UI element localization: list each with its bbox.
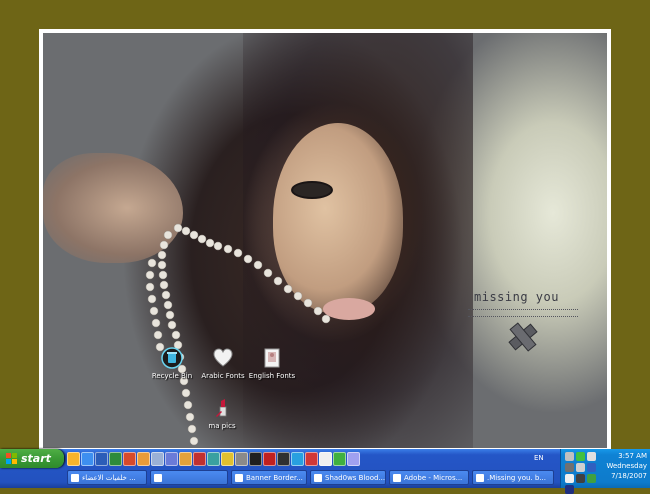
start-label: start bbox=[21, 452, 51, 465]
taskbar-task-arabic-page[interactable]: خلفيات الاعضاء ... bbox=[67, 470, 147, 485]
wallpaper-frame: missing you bbox=[39, 29, 611, 452]
windows-flag-icon bbox=[6, 453, 17, 464]
desktop-icon-ma-pics[interactable]: ma pics bbox=[187, 397, 257, 430]
language-indicator[interactable]: EN bbox=[534, 454, 544, 462]
quick-launch-app-icon[interactable] bbox=[305, 452, 318, 466]
folder-image-icon bbox=[261, 347, 283, 369]
tray-app-icon[interactable] bbox=[565, 463, 574, 472]
tray-app-icon[interactable] bbox=[587, 474, 596, 483]
quick-launch-app-icon[interactable] bbox=[319, 452, 332, 466]
wallpaper-scribble-lines bbox=[468, 309, 578, 317]
clock-time: 3:57 AM bbox=[618, 452, 647, 460]
quick-launch-app-icon[interactable] bbox=[291, 452, 304, 466]
ie-icon bbox=[235, 473, 243, 482]
quick-launch-ie-icon[interactable] bbox=[81, 452, 94, 466]
quick-launch-paint-icon[interactable] bbox=[179, 452, 192, 466]
wallpaper-missing-you-text: missing you bbox=[474, 290, 559, 304]
quick-launch-app-icon[interactable] bbox=[263, 452, 276, 466]
taskbar: start EN خلفيات الاعضاء ... Banner Borde… bbox=[0, 449, 650, 494]
clock-day: Wednesday bbox=[606, 462, 647, 470]
tray-volume-icon[interactable] bbox=[587, 452, 596, 461]
tray-app-icon[interactable] bbox=[576, 463, 585, 472]
taskbar-task-missing-you[interactable]: .Missing you. b... bbox=[472, 470, 554, 485]
quick-launch-powerpoint-icon[interactable] bbox=[123, 452, 136, 466]
quick-launch-excel-icon[interactable] bbox=[109, 452, 122, 466]
taskbar-task-window[interactable] bbox=[150, 470, 228, 485]
ie-icon bbox=[71, 473, 79, 482]
quick-launch-calculator-icon[interactable] bbox=[165, 452, 178, 466]
start-button[interactable]: start bbox=[0, 449, 64, 468]
ie-icon bbox=[314, 473, 322, 482]
tray-app-icon[interactable] bbox=[565, 474, 574, 483]
desktop-icon-label: Recycle Bin bbox=[151, 372, 193, 380]
image-icon bbox=[476, 473, 484, 482]
system-tray: 3:57 AM Wednesday 7/18/2007 bbox=[560, 449, 650, 494]
quick-launch-app-icon[interactable] bbox=[221, 452, 234, 466]
taskbar-task-banner-border[interactable]: Banner Border... bbox=[231, 470, 307, 485]
desktop-wallpaper: missing you bbox=[43, 33, 607, 448]
quick-launch-app-icon[interactable] bbox=[235, 452, 248, 466]
tray-app-icon[interactable] bbox=[587, 463, 596, 472]
quick-launch-word-icon[interactable] bbox=[95, 452, 108, 466]
photoshop-icon bbox=[393, 473, 401, 482]
quick-launch-folder-icon[interactable] bbox=[137, 452, 150, 466]
tray-app-icon[interactable] bbox=[576, 474, 585, 483]
quick-launch-app-icon[interactable] bbox=[249, 452, 262, 466]
tray-clock[interactable]: 3:57 AM Wednesday 7/18/2007 bbox=[606, 451, 647, 481]
quick-launch-messenger-icon[interactable] bbox=[67, 452, 80, 466]
desktop-icon-label: ma pics bbox=[208, 422, 236, 430]
quick-launch-app-icon[interactable] bbox=[193, 452, 206, 466]
heart-icon bbox=[212, 347, 234, 369]
quick-launch-app-icon[interactable] bbox=[333, 452, 346, 466]
bandage-cross-icon bbox=[508, 322, 538, 352]
desktop-icon-english-fonts[interactable]: English Fonts bbox=[237, 347, 307, 380]
window-icon bbox=[154, 473, 162, 482]
clock-date: 7/18/2007 bbox=[611, 472, 647, 480]
quick-launch-app-icon[interactable] bbox=[207, 452, 220, 466]
taskbar-task-shadows-blood[interactable]: Shad0ws Blood... bbox=[310, 470, 386, 485]
lipstick-icon bbox=[211, 397, 233, 419]
taskbar-window-list: خلفيات الاعضاء ... Banner Border... Shad… bbox=[67, 470, 554, 485]
quick-launch-app-icon[interactable] bbox=[347, 452, 360, 466]
recycle-bin-icon bbox=[161, 347, 183, 369]
desktop-icon-label: English Fonts bbox=[248, 372, 296, 380]
quick-launch-app-icon[interactable] bbox=[277, 452, 290, 466]
quick-launch-bar bbox=[67, 452, 360, 466]
taskbar-task-adobe[interactable]: Adobe - Micros... bbox=[389, 470, 469, 485]
tray-messenger-icon[interactable] bbox=[576, 452, 585, 461]
tray-app-icon[interactable] bbox=[565, 485, 574, 494]
wallpaper-eye-shape bbox=[291, 181, 333, 199]
tray-network-icon[interactable] bbox=[565, 452, 574, 461]
quick-launch-notepad-icon[interactable] bbox=[151, 452, 164, 466]
